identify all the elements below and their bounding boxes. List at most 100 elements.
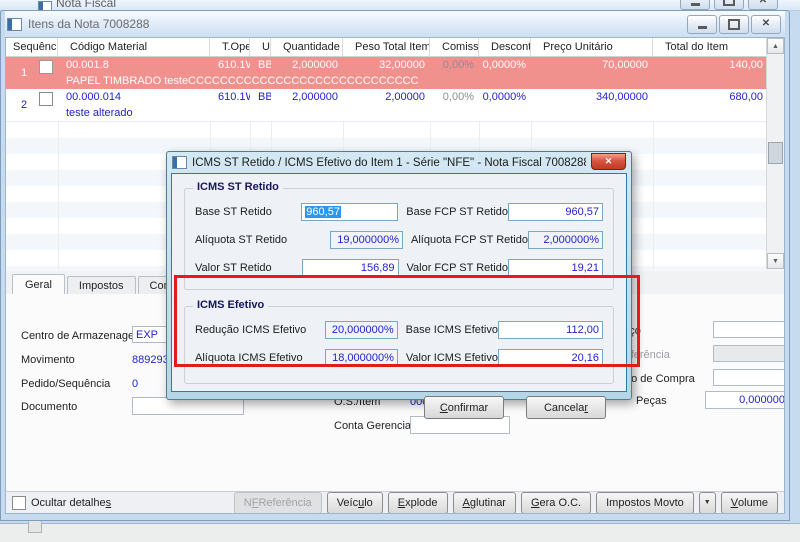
window-title: Itens da Nota 7008288: [28, 17, 150, 31]
cell-desconto: 0,0000%: [482, 59, 526, 71]
col-header-sequencia[interactable]: Sequência: [6, 38, 58, 57]
itens-window-titlebar[interactable]: Itens da Nota 7008288 ✕: [5, 11, 785, 37]
col-header-preco-unitario[interactable]: Preço Unitário: [531, 38, 653, 57]
cell-descricao: PAPEL TIMBRADO testeCCCCCCCCCCCCCCCCCCCC…: [66, 75, 419, 87]
maximize-icon: [723, 0, 735, 6]
reducao-icms-efetivo-label: Redução ICMS Efetivo: [195, 324, 307, 336]
icms-st-retido-group: ICMS ST Retido Base ST Retido 960,57 Bas…: [184, 181, 614, 290]
parent-window-bottom-area: [0, 523, 800, 542]
centro-armazenagem-label: Centro de Armazenagem: [21, 330, 144, 342]
close-button[interactable]: ✕: [751, 14, 781, 34]
base-fcp-st-retido-input[interactable]: 960,57: [508, 203, 603, 221]
row-sequence-number: 2: [20, 99, 28, 111]
cell-toper: 610.1W: [218, 59, 250, 71]
dialog-title: ICMS ST Retido / ICMS Efetivo do Item 1 …: [192, 156, 586, 169]
nf-referencia-button[interactable]: NF Referência: [233, 491, 322, 513]
explode-button[interactable]: Explode: [387, 491, 448, 513]
ocultar-detalhes-checkbox[interactable]: [12, 495, 26, 510]
row-select-checkbox[interactable]: [39, 60, 53, 74]
base-icms-efetivo-label: Base ICMS Efetivo: [405, 324, 498, 336]
col-header-quantidade[interactable]: Quantidade: [271, 38, 343, 57]
col-header-total-item[interactable]: Total do Item: [653, 38, 768, 57]
col-header-peso-total[interactable]: Peso Total Item: [343, 38, 430, 57]
window-icon: [7, 17, 22, 31]
scroll-down-button[interactable]: ▼: [767, 253, 784, 269]
col-header-uni[interactable]: Uni: [250, 38, 271, 57]
cell-quantidade: 2,000000: [292, 59, 338, 71]
ocultar-detalhes-label: Ocultar detalhes: [31, 496, 112, 509]
screen: Nota Fiscal ✕ Itens da Nota 7008288 ✕ Se…: [0, 0, 800, 542]
dialog-close-button[interactable]: ✕: [591, 152, 626, 170]
dialog-body: ICMS ST Retido Base ST Retido 960,57 Bas…: [171, 173, 627, 419]
cell-peso: 32,00000: [379, 59, 425, 71]
volume-button[interactable]: Volume: [720, 491, 778, 513]
pecas-input[interactable]: 0,000000: [705, 391, 784, 409]
scrollbar-thumb[interactable]: [768, 142, 783, 164]
confirmar-button[interactable]: Confirmar: [424, 396, 504, 419]
preco-input[interactable]: [713, 321, 784, 338]
close-icon: ✕: [758, 0, 768, 6]
valor-icms-efetivo-label: Valor ICMS Efetivo: [405, 352, 498, 364]
pedido-compra-input[interactable]: [713, 369, 784, 386]
valor-icms-efetivo-input[interactable]: 20,16: [498, 349, 603, 367]
tab-geral[interactable]: Geral: [12, 274, 65, 295]
cell-preco: 340,00000: [596, 91, 648, 103]
dialog-titlebar[interactable]: ICMS ST Retido / ICMS Efetivo do Item 1 …: [171, 152, 627, 173]
base-icms-efetivo-input[interactable]: 112,00: [498, 321, 603, 339]
close-icon: ✕: [604, 155, 613, 166]
tab-impostos[interactable]: Impostos: [66, 276, 136, 294]
pedido-sequencia-value: 0: [132, 378, 139, 390]
cell-total: 140,00: [729, 59, 763, 71]
cell-toper: 610.1W: [218, 91, 250, 103]
scroll-up-button[interactable]: ▲: [767, 38, 784, 54]
cell-codigo: 00.001.8: [66, 59, 109, 71]
impostos-movto-button[interactable]: Impostos Movto: [596, 491, 694, 513]
footer-bar: Ocultar detalhes NF Referência Veíc u lo E…: [6, 491, 784, 513]
col-header-desconto[interactable]: Desconto: [479, 38, 531, 57]
aglutinar-button[interactable]: Aglutinar: [452, 491, 516, 513]
chevron-down-icon: ▼: [703, 499, 711, 506]
valor-st-retido-input[interactable]: 156,89: [301, 259, 399, 277]
aliquota-icms-efetivo-input[interactable]: 18,000000%: [324, 349, 398, 367]
maximize-icon: [728, 18, 740, 30]
cell-uni: BB: [258, 59, 271, 71]
gera-oc-button[interactable]: Gera O.C.: [520, 491, 592, 513]
cell-preco: 70,00000: [602, 59, 648, 71]
minimize-icon: [697, 26, 707, 29]
pecas-label: Peças: [636, 395, 667, 407]
dialog-icon: [172, 156, 187, 169]
table-row[interactable]: 2 00.000.014 610.1W BB 2,000000 2,00000 …: [6, 89, 784, 122]
minimize-icon: [690, 2, 700, 6]
minimize-button[interactable]: [687, 14, 717, 34]
cancelar-button[interactable]: Cancela r: [526, 396, 606, 419]
centro-armazenagem-input[interactable]: EXP: [132, 326, 170, 343]
parent-minimize-button[interactable]: [680, 0, 710, 10]
impostos-movto-dropdown-button[interactable]: ▼: [698, 491, 716, 513]
cell-peso: 2,00000: [385, 91, 425, 103]
table-scrollbar[interactable]: ▲ ▼: [766, 38, 784, 269]
aliquota-st-retido-label: Alíquota ST Retido: [195, 234, 288, 246]
base-st-retido-input[interactable]: 960,57: [301, 203, 399, 221]
scroll-down-icon: ▼: [772, 257, 779, 265]
scroll-up-icon: ▲: [772, 42, 779, 50]
aliquota-st-retido-input[interactable]: 19,000000%: [330, 231, 403, 249]
base-st-retido-label: Base ST Retido: [195, 206, 272, 218]
veiculo-button[interactable]: Veíc u lo: [326, 491, 383, 513]
col-header-toper[interactable]: T.Oper.: [210, 38, 250, 57]
row-select-checkbox[interactable]: [39, 92, 53, 106]
table-row-selected[interactable]: 1 00.001.8 610.1W BB 2,000000 32,00000 0…: [6, 57, 784, 89]
icms-efetivo-group-title: ICMS Efetivo: [193, 299, 269, 311]
aliquota-fcp-st-retido-input[interactable]: 2,000000%: [528, 231, 603, 249]
reducao-icms-efetivo-input[interactable]: 20,000000%: [324, 321, 398, 339]
maximize-button[interactable]: [719, 14, 749, 34]
col-header-comissao[interactable]: Comissão: [430, 38, 479, 57]
parent-close-button[interactable]: ✕: [748, 0, 778, 10]
col-header-codigo-material[interactable]: Código Material: [58, 38, 210, 57]
parent-maximize-button[interactable]: [714, 0, 744, 10]
valor-fcp-st-retido-input[interactable]: 19,21: [508, 259, 603, 277]
cell-descricao: teste alterado: [66, 107, 133, 119]
cell-comissao: 0,00%: [442, 91, 474, 103]
base-fcp-st-retido-label: Base FCP ST Retido: [406, 206, 508, 218]
conta-gerencial-label: Conta Gerencial: [334, 420, 414, 432]
valor-st-retido-label: Valor ST Retido: [195, 262, 272, 274]
